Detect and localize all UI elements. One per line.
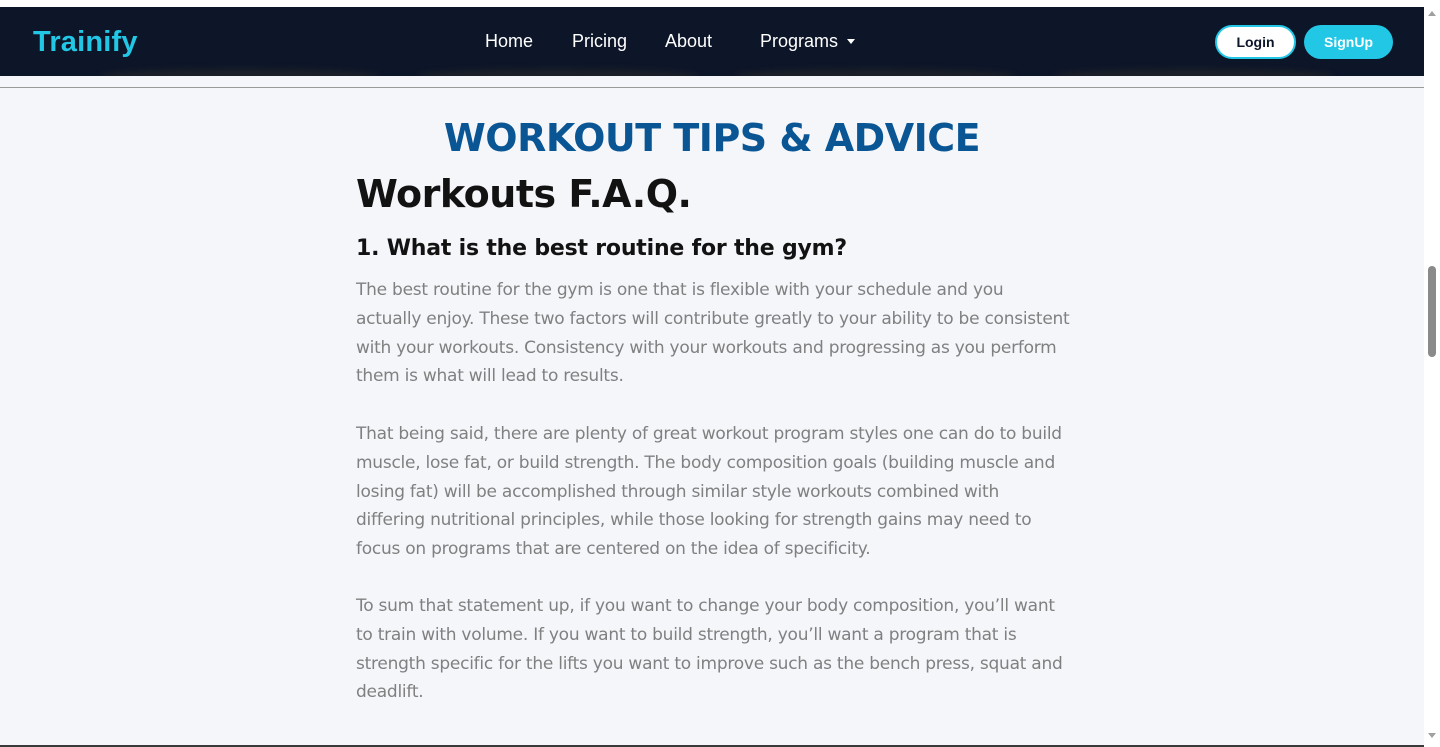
window-top-edge [0, 0, 1440, 7]
faq-answer-paragraph: That being said, there are plenty of gre… [356, 424, 1062, 560]
main-content: WORKOUT TIPS & ADVICE Workouts F.A.Q. 1.… [0, 88, 1424, 747]
nav-link-about[interactable]: About [665, 31, 712, 52]
scroll-up-arrow-icon[interactable] [1428, 11, 1436, 16]
nav-dropdown-programs[interactable]: Programs [760, 31, 856, 52]
scroll-down-arrow-icon[interactable] [1428, 733, 1436, 738]
page-heading: WORKOUT TIPS & ADVICE [443, 116, 981, 160]
vertical-scrollbar[interactable] [1424, 7, 1440, 747]
brand-logo[interactable]: Trainify [33, 26, 138, 59]
nav-link-pricing[interactable]: Pricing [572, 31, 627, 52]
nav-dropdown-label: Programs [760, 31, 839, 51]
scrollbar-thumb[interactable] [1428, 266, 1436, 357]
faq-title: Workouts F.A.Q. [356, 172, 692, 216]
faq-answer-paragraph: To sum that statement up, if you want to… [356, 596, 1063, 703]
faq-answer-paragraph: The best routine for the gym is one that… [356, 280, 1070, 387]
faq-question: 1. What is the best routine for the gym? [356, 236, 847, 261]
caret-down-icon [847, 39, 856, 44]
nav-link-home[interactable]: Home [485, 31, 533, 52]
navbar-gap [0, 76, 1424, 87]
signup-button[interactable]: SignUp [1304, 25, 1393, 59]
login-button[interactable]: Login [1215, 25, 1296, 59]
navbar: Trainify Home Pricing About Programs Log… [0, 7, 1424, 83]
